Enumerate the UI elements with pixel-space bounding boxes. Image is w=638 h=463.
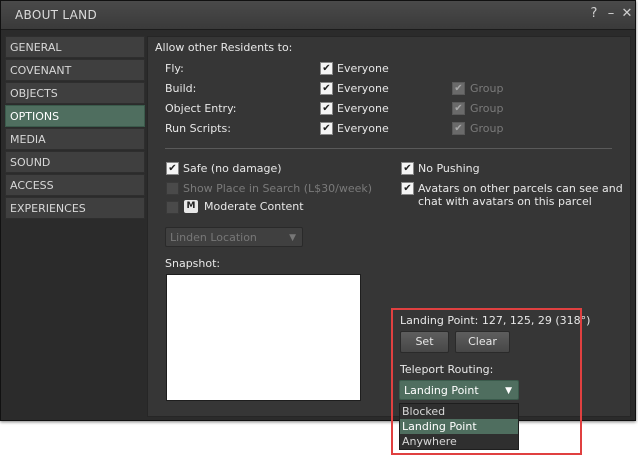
tab-general[interactable]: GENERAL [5,36,145,58]
no-pushing-checkbox[interactable]: ✔ [401,162,414,175]
build-label: Build: [165,82,197,95]
minimize-icon[interactable]: – [603,6,619,22]
run-scripts-group-checkbox[interactable]: ✔ [452,122,465,135]
routing-option-blocked[interactable]: Blocked [400,404,518,419]
object-entry-group-checkbox[interactable]: ✔ [452,102,465,115]
snapshot-image[interactable] [166,274,361,401]
show-in-search-checkbox[interactable] [166,182,179,195]
set-button[interactable]: Set [400,331,449,353]
teleport-routing-dropdown: Blocked Landing Point Anywhere [399,403,519,450]
tab-covenant[interactable]: COVENANT [5,59,145,81]
tab-list: GENERAL COVENANT OBJECTS OPTIONS MEDIA S… [5,36,145,220]
avatars-see-checkbox[interactable]: ✔ [401,182,414,195]
tab-experiences[interactable]: EXPERIENCES [5,197,145,219]
category-select[interactable]: Linden Location ▼ [165,227,303,247]
build-everyone-label: Everyone [337,82,389,95]
no-pushing-label: No Pushing [418,162,480,175]
tab-media[interactable]: MEDIA [5,128,145,150]
help-icon[interactable]: ? [586,6,602,22]
routing-option-anywhere[interactable]: Anywhere [400,434,518,449]
safe-label: Safe (no damage) [183,162,282,175]
landing-point-text: Landing Point: 127, 125, 29 (318°) [400,314,591,327]
run-scripts-everyone-checkbox[interactable]: ✔ [320,122,333,135]
tab-sound[interactable]: SOUND [5,151,145,173]
moderate-checkbox[interactable] [166,201,179,214]
fly-label: Fly: [165,62,184,75]
chevron-down-icon: ▼ [505,386,512,396]
teleport-routing-select[interactable]: Landing Point ▼ [399,380,519,400]
build-group-checkbox[interactable]: ✔ [452,82,465,95]
object-entry-label: Object Entry: [165,102,237,115]
object-entry-group-label: Group [470,102,504,115]
run-scripts-everyone-label: Everyone [337,122,389,135]
category-select-value: Linden Location [170,231,257,244]
moderate-label: Moderate Content [204,200,304,213]
safe-checkbox[interactable]: ✔ [166,162,179,175]
object-entry-everyone-checkbox[interactable]: ✔ [320,102,333,115]
allow-heading: Allow other Residents to: [155,41,293,54]
window-title: ABOUT LAND [15,8,97,22]
routing-option-landing-point[interactable]: Landing Point [400,419,518,434]
tab-objects[interactable]: OBJECTS [5,82,145,104]
teleport-routing-label: Teleport Routing: [400,363,494,376]
build-everyone-checkbox[interactable]: ✔ [320,82,333,95]
snapshot-label: Snapshot: [165,257,221,270]
run-scripts-group-label: Group [470,122,504,135]
teleport-routing-value: Landing Point [404,384,479,397]
show-in-search-label: Show Place in Search (L$30/week) [183,182,373,195]
avatars-see-label-line2: chat with avatars on this parcel [418,195,592,208]
chevron-down-icon: ▼ [289,233,296,243]
close-icon[interactable]: ✕ [619,6,635,22]
tab-options[interactable]: OPTIONS [5,105,145,127]
fly-everyone-checkbox[interactable]: ✔ [320,62,333,75]
clear-button[interactable]: Clear [455,331,510,353]
fly-everyone-label: Everyone [337,62,389,75]
tab-access[interactable]: ACCESS [5,174,145,196]
divider [165,148,612,149]
avatars-see-label-line1: Avatars on other parcels can see and [418,182,623,195]
build-group-label: Group [470,82,504,95]
moderate-rating-badge: M [184,200,198,213]
title-bar[interactable]: ABOUT LAND ? – ✕ [1,1,635,30]
run-scripts-label: Run Scripts: [165,122,231,135]
object-entry-everyone-label: Everyone [337,102,389,115]
